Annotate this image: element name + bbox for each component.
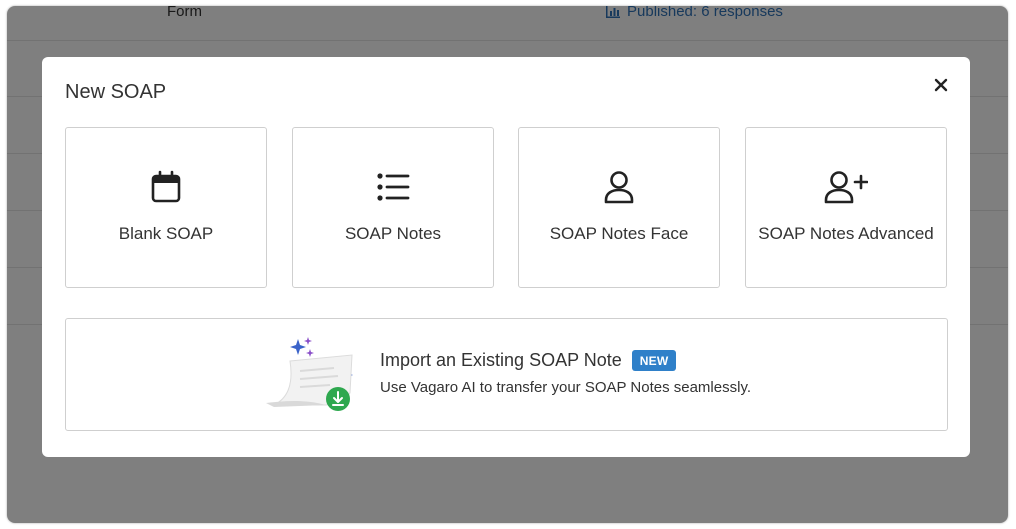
list-icon xyxy=(377,173,410,201)
template-card-soap-notes[interactable]: SOAP Notes xyxy=(292,127,494,288)
ai-import-illustration xyxy=(266,337,353,411)
person-add-icon xyxy=(824,171,868,204)
template-card-label: Blank SOAP xyxy=(118,224,214,243)
import-soap-note-card[interactable]: Import an Existing SOAP Note NEW Use Vag… xyxy=(65,318,948,431)
template-card-label: SOAP Notes Face xyxy=(549,224,689,243)
import-title: Import an Existing SOAP Note xyxy=(380,350,622,370)
template-card-blank-soap[interactable]: Blank SOAP xyxy=(65,127,267,288)
new-badge: NEW xyxy=(631,350,677,371)
import-title-row: Import an Existing SOAP Note NEW xyxy=(380,350,677,371)
close-icon xyxy=(934,78,948,92)
person-icon xyxy=(604,171,634,204)
import-description: Use Vagaro AI to transfer your SOAP Note… xyxy=(380,379,751,396)
template-card-label: SOAP Notes xyxy=(344,224,442,243)
calendar-icon xyxy=(151,170,181,203)
close-button[interactable] xyxy=(931,75,951,95)
template-card-label: SOAP Notes Advanced xyxy=(758,224,934,243)
template-card-soap-notes-advanced[interactable]: SOAP Notes Advanced xyxy=(745,127,947,288)
modal-title: New SOAP xyxy=(65,81,167,103)
new-soap-modal: New SOAP Blank SOAP SOAP Notes SOAP Note… xyxy=(42,57,970,457)
template-card-soap-notes-face[interactable]: SOAP Notes Face xyxy=(518,127,720,288)
